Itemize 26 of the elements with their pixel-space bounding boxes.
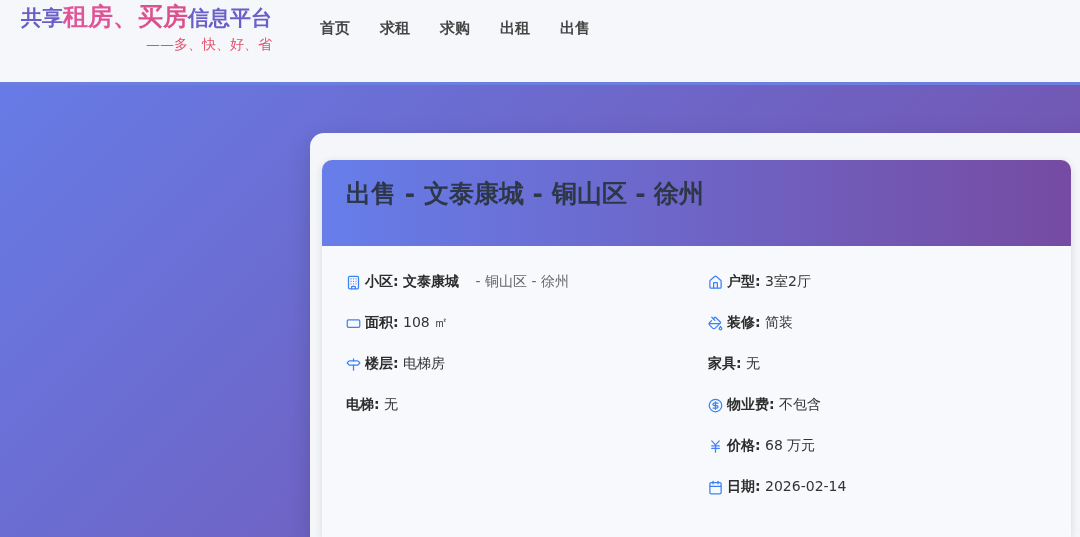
detail-text: 小区: 文泰康城 [365,273,460,291]
nav-link[interactable]: 求租 [380,19,410,38]
calendar-icon [708,479,723,495]
detail-text: 日期: 2026-02-14 [727,478,847,496]
slogan-text: ——多、快、好、省 [146,36,272,54]
nav-link[interactable]: 首页 [320,19,350,38]
house-icon [708,274,723,290]
detail-text: 户型: 3室2厅 [727,273,811,291]
detail-text: 物业费: 不包含 [727,396,822,414]
listing-title: 出售 - 文泰康城 - 铜山区 - 徐州 [346,178,706,210]
detail-text: 家具: 无 [708,355,761,373]
detail-text: 电梯: 无 [346,396,399,414]
signpost-icon [346,356,361,372]
nav-link[interactable]: 出租 [500,19,530,38]
paint-bucket-icon [708,315,723,331]
detail-text: 楼层: 电梯房 [365,355,446,373]
logo-text: 共享租房、买房信息平台 [21,2,272,33]
building-icon [346,274,361,290]
detail-text: 面积: 108 ㎡ [365,314,449,332]
yen-icon [708,438,723,454]
detail-text: 价格: 68 万元 [727,437,816,455]
nav-link[interactable]: 出售 [560,19,590,38]
location-text: - 铜山区 - 徐州 [475,273,569,291]
dollar-coin-icon [708,397,723,413]
nav-link[interactable]: 求购 [440,19,470,38]
detail-text: 装修: 简装 [727,314,794,332]
